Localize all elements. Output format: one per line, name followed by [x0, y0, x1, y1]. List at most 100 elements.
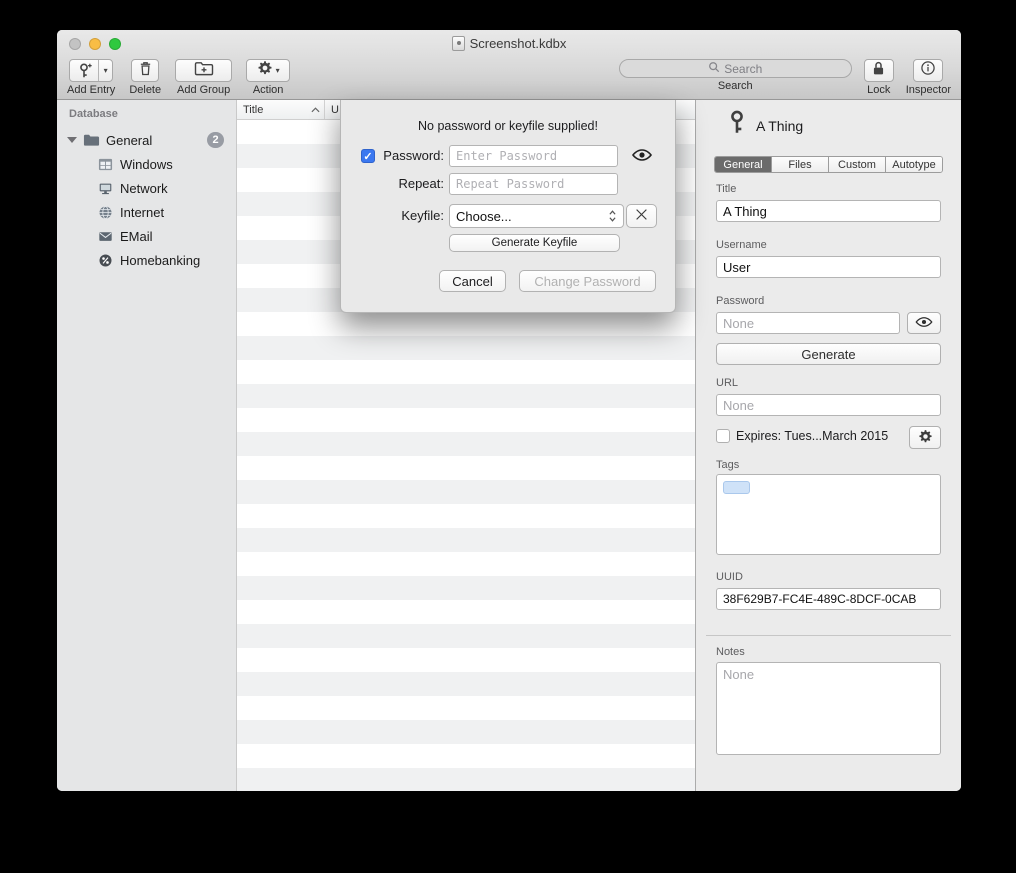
- sidebar-item-label: Windows: [120, 157, 173, 172]
- network-icon: [97, 180, 114, 197]
- column-header-title[interactable]: Title: [237, 100, 325, 119]
- sheet-repeat-label: Repeat:: [363, 173, 444, 195]
- title-field-label: Title: [716, 183, 736, 195]
- x-icon: [635, 208, 648, 224]
- eye-icon: [915, 316, 933, 331]
- document-icon: [452, 36, 465, 51]
- envelope-icon: [97, 228, 114, 245]
- toolbar-item-inspector: Inspector: [906, 59, 951, 96]
- tags-box[interactable]: [716, 474, 941, 555]
- lock-button[interactable]: [864, 59, 894, 82]
- window-title-area: Screenshot.kdbx: [57, 30, 961, 57]
- sidebar-item-network[interactable]: Network: [57, 176, 236, 200]
- sheet-repeat-input[interactable]: [449, 173, 618, 195]
- tab-custom[interactable]: Custom: [829, 157, 886, 172]
- sidebar-item-label: Network: [120, 181, 168, 196]
- action-label: Action: [253, 84, 284, 96]
- sidebar-item-label: EMail: [120, 229, 153, 244]
- cancel-button[interactable]: Cancel: [439, 270, 506, 292]
- uuid-field[interactable]: [716, 588, 941, 610]
- keyfile-popup[interactable]: Choose...: [449, 204, 624, 228]
- title-field[interactable]: [716, 200, 941, 222]
- gear-icon: [918, 429, 933, 447]
- sidebar-item-internet[interactable]: Internet: [57, 200, 236, 224]
- action-button[interactable]: ▾: [246, 59, 290, 82]
- keyfile-popup-value: Choose...: [456, 209, 512, 224]
- search-input[interactable]: Search: [619, 59, 852, 78]
- window-header: Screenshot.kdbx ▾ Add Entry: [57, 30, 961, 100]
- toolbar-item-lock: Lock: [864, 59, 894, 96]
- sidebar-item-homebanking[interactable]: Homebanking: [57, 248, 236, 272]
- popup-chevrons-icon: [608, 209, 617, 223]
- search-label: Search: [718, 80, 753, 92]
- eye-icon: [631, 148, 653, 165]
- sidebar-item-windows[interactable]: Windows: [57, 152, 236, 176]
- folder-plus-icon: [193, 60, 215, 82]
- sidebar-item-label: Homebanking: [120, 253, 200, 268]
- expires-settings-button[interactable]: [909, 426, 941, 449]
- tab-general[interactable]: General: [715, 157, 772, 172]
- sidebar-group-label: General: [106, 133, 152, 148]
- expires-checkbox[interactable]: [716, 429, 730, 443]
- password-field[interactable]: [716, 312, 900, 334]
- username-field[interactable]: [716, 256, 941, 278]
- tag-chip[interactable]: [723, 481, 750, 494]
- gear-icon: [257, 60, 273, 81]
- add-group-label: Add Group: [177, 84, 230, 96]
- generate-keyfile-label: Generate Keyfile: [492, 237, 578, 249]
- add-entry-button[interactable]: ▾: [69, 59, 113, 82]
- delete-button[interactable]: [131, 59, 159, 82]
- app-window: Screenshot.kdbx ▾ Add Entry: [57, 30, 961, 791]
- titlebar[interactable]: Screenshot.kdbx: [57, 30, 961, 57]
- sidebar-item-email[interactable]: EMail: [57, 224, 236, 248]
- toolbar-right-group: Search Search Lock: [619, 59, 951, 96]
- trash-icon: [137, 60, 154, 82]
- column-username-label: U: [331, 104, 339, 116]
- toolbar: ▾ Add Entry Delete Add Group: [57, 57, 961, 100]
- uuid-label: UUID: [716, 571, 743, 583]
- key-icon: [726, 110, 748, 139]
- change-password-button[interactable]: Change Password: [519, 270, 656, 292]
- sort-ascending-icon: [311, 104, 320, 116]
- add-group-button[interactable]: [175, 59, 232, 82]
- url-field-label: URL: [716, 377, 738, 389]
- tab-files[interactable]: Files: [772, 157, 829, 172]
- inspector-button[interactable]: [913, 59, 943, 82]
- column-title-label: Title: [243, 104, 263, 116]
- notes-field[interactable]: [716, 662, 941, 755]
- generate-password-button[interactable]: Generate: [716, 343, 941, 365]
- change-password-button-label: Change Password: [534, 274, 640, 289]
- sidebar-group-general[interactable]: General 2: [57, 128, 236, 152]
- inspector-label: Inspector: [906, 84, 951, 96]
- reveal-sheet-password-button[interactable]: [626, 145, 658, 167]
- clear-keyfile-button[interactable]: [626, 204, 657, 228]
- sheet-password-input[interactable]: [449, 145, 618, 167]
- tags-label: Tags: [716, 459, 739, 471]
- url-field[interactable]: [716, 394, 941, 416]
- entry-title: A Thing: [756, 118, 803, 134]
- action-dropdown-arrow: ▾: [276, 66, 280, 75]
- percent-icon: [97, 252, 114, 269]
- sidebar: Database General 2 Windows Network: [57, 100, 237, 791]
- inspector-tabs: General Files Custom Autotype: [714, 156, 943, 173]
- toolbar-item-add-entry: ▾ Add Entry: [67, 59, 115, 96]
- tab-autotype[interactable]: Autotype: [886, 157, 942, 172]
- disclosure-triangle-icon[interactable]: [67, 137, 77, 143]
- sidebar-section-header: Database: [69, 108, 118, 120]
- password-field-label: Password: [716, 295, 764, 307]
- reveal-password-button[interactable]: [907, 312, 941, 334]
- toolbar-item-add-group: Add Group: [175, 59, 232, 96]
- globe-icon: [97, 204, 114, 221]
- sheet-password-label: Password:: [379, 145, 444, 167]
- toolbar-item-search: Search Search: [619, 59, 852, 92]
- change-password-sheet: No password or keyfile supplied! Passwor…: [340, 100, 676, 313]
- sheet-message: No password or keyfile supplied!: [341, 119, 675, 133]
- inspector-panel: A Thing General Files Custom Autotype Ti…: [695, 100, 961, 791]
- info-icon: [920, 60, 936, 81]
- password-checkbox[interactable]: [361, 149, 375, 163]
- add-entry-dropdown-arrow[interactable]: ▾: [98, 60, 112, 81]
- inspector-divider: [706, 635, 951, 636]
- generate-keyfile-button[interactable]: Generate Keyfile: [449, 234, 620, 252]
- lock-label: Lock: [867, 84, 890, 96]
- toolbar-item-action: ▾ Action: [246, 59, 290, 96]
